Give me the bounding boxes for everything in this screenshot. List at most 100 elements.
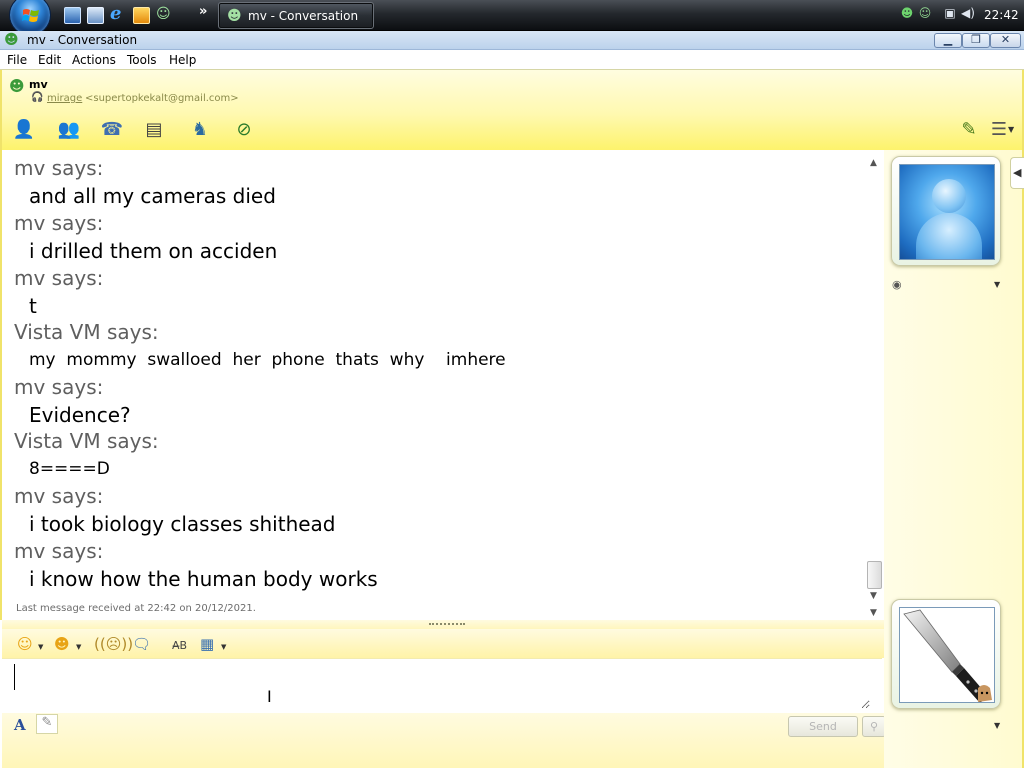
message-text: 8====D: [29, 459, 110, 479]
menu-bar: File Edit Actions Tools Help: [0, 50, 1024, 70]
message-text: Evidence?: [29, 403, 131, 427]
knife-icon: [903, 609, 992, 702]
message-text: t: [29, 294, 37, 318]
contact-name: mv: [29, 78, 48, 91]
last-message-status: Last message received at 22:42 on 20/12/…: [16, 603, 256, 614]
webcam-icon[interactable]: ◉: [892, 278, 902, 291]
maximize-button[interactable]: ❐: [962, 33, 990, 48]
window-title-bar[interactable]: ☻ mv - Conversation ▁ ❐ ✕: [0, 31, 1024, 50]
avatar-silhouette-head: [932, 179, 966, 213]
contact-header: ☻ mv 🎧 mirage <supertopkekalt@gmail.com>…: [0, 70, 1024, 150]
font-button[interactable]: A: [14, 716, 26, 734]
conversation-history-pane[interactable]: mv says: and all my cameras died mv says…: [0, 150, 884, 620]
collapse-panel-button[interactable]: ◀: [1010, 157, 1024, 189]
menu-actions[interactable]: Actions: [72, 53, 116, 67]
video-icon[interactable]: ▤: [142, 118, 166, 142]
avatar-silhouette-body: [916, 213, 982, 259]
my-display-picture-frame[interactable]: [891, 599, 1001, 709]
send-button[interactable]: Send: [788, 716, 858, 737]
taskbar-button-label: mv - Conversation: [248, 9, 359, 23]
text-caret: [14, 664, 15, 690]
chevron-down-icon[interactable]: ▼: [994, 280, 1000, 289]
contact-nickname[interactable]: mirage: [47, 93, 82, 104]
message-sender: mv says:: [14, 266, 104, 290]
media-player-icon[interactable]: [133, 7, 150, 24]
background-icon[interactable]: ▦: [200, 636, 214, 652]
windows-flag-icon: [22, 9, 39, 22]
minimize-icon: ▁: [943, 33, 953, 46]
messenger-icon: ☻: [227, 8, 242, 24]
taskbar-button-conversation[interactable]: ☻ mv - Conversation: [218, 2, 374, 29]
history-scrollbar[interactable]: ▲ ▼ ▼: [866, 158, 883, 618]
network-icon[interactable]: ▣: [942, 6, 958, 22]
compose-bottom-bar: A ✎ Send ⚲: [2, 713, 886, 768]
contact-avatar: [899, 164, 995, 260]
chevron-down-icon[interactable]: ▼: [221, 643, 226, 651]
contact-status-icon: ☻: [9, 77, 25, 95]
menu-help[interactable]: Help: [169, 53, 196, 67]
switch-windows-icon[interactable]: [87, 7, 104, 24]
message-text: my mommy swalloed her phone thats why im…: [29, 350, 506, 370]
message-sender: Vista VM says:: [14, 429, 159, 453]
scroll-end-icon[interactable]: ▼: [870, 608, 877, 618]
messenger-icon[interactable]: ☺: [156, 6, 173, 23]
scroll-up-icon[interactable]: ▲: [870, 158, 877, 168]
display-pictures-panel: ◀ ◉ ▼ ▼: [884, 150, 1024, 768]
message-sender: Vista VM says:: [14, 320, 159, 344]
message-sender: mv says:: [14, 211, 104, 235]
voice-clip-icon[interactable]: 🗨: [132, 636, 151, 652]
menu-tools[interactable]: Tools: [127, 53, 157, 67]
wink-icon[interactable]: ☻: [54, 636, 70, 652]
invite-contact-icon[interactable]: 👤: [12, 118, 36, 142]
compose-area[interactable]: I: [2, 658, 882, 713]
restore-icon: ❐: [971, 33, 981, 46]
scroll-thumb[interactable]: [867, 561, 882, 589]
show-desktop-icon[interactable]: [64, 7, 81, 24]
volume-icon[interactable]: ◀): [960, 6, 976, 22]
share-files-icon[interactable]: 👥: [57, 118, 81, 142]
menu-edit[interactable]: Edit: [38, 53, 61, 67]
system-tray: ☻ ☺ ▣ ◀) 22:42: [893, 3, 1024, 28]
internet-explorer-icon[interactable]: e: [110, 3, 127, 24]
splitter-grip[interactable]: [429, 623, 465, 625]
scroll-down-icon[interactable]: ▼: [870, 591, 877, 601]
games-icon[interactable]: ♞: [188, 118, 212, 142]
font-style-icon[interactable]: A̶B: [172, 638, 187, 654]
close-icon: ✕: [1000, 33, 1011, 46]
contact-display-picture-frame[interactable]: [891, 156, 1001, 266]
message-sender: mv says:: [14, 539, 104, 563]
messenger-status-icon[interactable]: ☻: [899, 6, 915, 22]
message-input[interactable]: [10, 663, 870, 709]
close-button[interactable]: ✕: [990, 33, 1021, 48]
search-icon: ⚲: [869, 720, 879, 733]
message-sender: mv says:: [14, 375, 104, 399]
search-button[interactable]: ⚲: [862, 716, 886, 737]
theme-brush-icon[interactable]: ✎: [957, 118, 981, 142]
block-contact-icon[interactable]: ⊘: [232, 118, 256, 142]
my-avatar-knife-image: [899, 607, 995, 703]
chevron-down-icon[interactable]: ▼: [76, 643, 81, 651]
minimize-button[interactable]: ▁: [934, 33, 962, 48]
message-text: i know how the human body works: [29, 567, 378, 591]
ibeam-cursor-icon: I: [267, 687, 272, 706]
quick-launch-more-button[interactable]: »: [199, 4, 207, 19]
chevron-down-icon[interactable]: ▼: [1008, 125, 1014, 134]
taskbar: e ☺ » ☻ mv - Conversation ☻ ☺ ▣ ◀) 22:42: [0, 0, 1024, 36]
call-icon[interactable]: ☎: [100, 118, 124, 142]
message-sender: mv says:: [14, 484, 104, 508]
handwriting-icon[interactable]: ✎: [36, 714, 58, 734]
message-text: i drilled them on acciden: [29, 239, 278, 263]
chevron-down-icon[interactable]: ▼: [994, 721, 1000, 730]
menu-file[interactable]: File: [7, 53, 27, 67]
messenger-status-icon[interactable]: ☺: [917, 6, 933, 22]
pane-splitter[interactable]: [2, 620, 884, 629]
window-title: mv - Conversation: [27, 33, 138, 47]
emoticon-icon[interactable]: ☺: [17, 636, 33, 652]
nudge-icon[interactable]: ((☹)): [94, 636, 133, 652]
compose-toolbar: ☺ ▼ ☻ ▼ ((☹)) 🗨 A̶B ▦ ▼: [2, 629, 884, 658]
message-list: mv says: and all my cameras died mv says…: [14, 156, 864, 606]
messenger-icon: ☻: [4, 32, 19, 48]
message-text: and all my cameras died: [29, 184, 276, 208]
clock[interactable]: 22:42: [984, 8, 1019, 22]
chevron-down-icon[interactable]: ▼: [38, 643, 43, 651]
